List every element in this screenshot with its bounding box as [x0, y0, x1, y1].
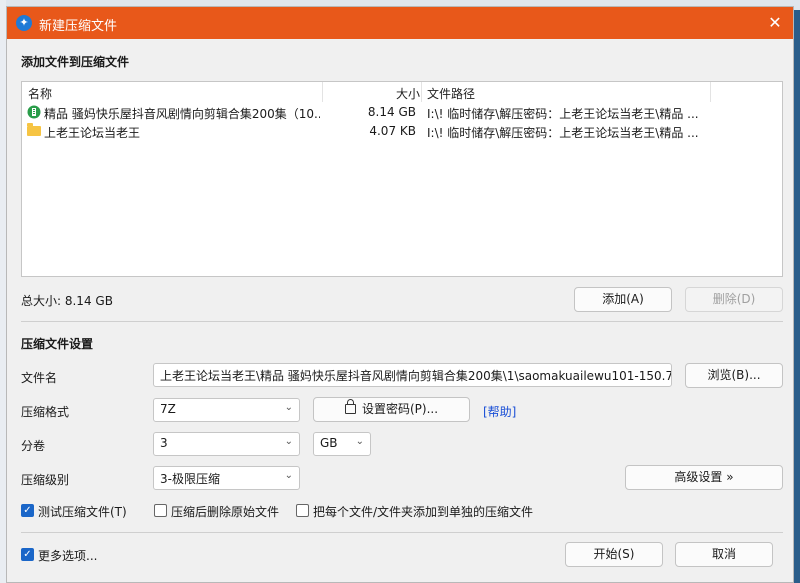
volume-size-select[interactable]: 3 ⌄: [153, 432, 300, 456]
table-row[interactable]: 上老王论坛当老王 4.07 KB I:\! 临时储存\解压密码：上老王论坛当老王…: [22, 122, 782, 141]
start-button[interactable]: 开始(S): [565, 542, 663, 567]
close-button[interactable]: ✕: [763, 11, 787, 35]
level-select[interactable]: 3-极限压缩 ⌄: [153, 466, 300, 490]
folder-icon: [27, 123, 41, 136]
add-button[interactable]: 添加(A): [574, 287, 672, 312]
separate-archives-label[interactable]: 把每个文件/文件夹添加到单独的压缩文件: [313, 503, 533, 520]
file-size: 4.07 KB: [369, 124, 416, 138]
file-name: 精品 骚妈快乐屋抖音风剧情向剪辑合集200集（10...: [44, 107, 320, 121]
chevron-down-icon: ⌄: [284, 402, 293, 413]
level-label: 压缩级别: [21, 473, 70, 487]
advanced-settings-button[interactable]: 高级设置 »: [625, 465, 783, 490]
format-label: 压缩格式: [21, 405, 70, 419]
test-archive-checkbox[interactable]: ✓: [21, 504, 34, 517]
file-path: I:\! 临时储存\解压密码：上老王论坛当老王\精品 ...: [427, 107, 699, 121]
filename-label: 文件名: [21, 371, 58, 385]
volume-label: 分卷: [21, 439, 46, 453]
title-bar[interactable]: ✦ 新建压缩文件 ✕: [7, 7, 793, 39]
chevron-down-icon: ⌄: [355, 436, 364, 447]
delete-button[interactable]: 删除(D): [685, 287, 783, 312]
more-options-label[interactable]: 更多选项...: [38, 547, 97, 564]
column-separator[interactable]: [421, 82, 422, 102]
footer-divider: [21, 532, 783, 533]
new-archive-dialog: ✦ 新建压缩文件 ✕ 添加文件到压缩文件 名称 大小 文件路径 精品 骚妈快乐屋…: [6, 6, 794, 583]
set-password-button[interactable]: 设置密码(P)...: [313, 397, 470, 422]
column-header-size[interactable]: 大小: [396, 85, 420, 102]
file-list[interactable]: 名称 大小 文件路径 精品 骚妈快乐屋抖音风剧情向剪辑合集200集（10... …: [21, 81, 783, 277]
volume-unit-select[interactable]: GB ⌄: [313, 432, 371, 456]
column-separator[interactable]: [322, 82, 323, 102]
format-value: 7Z: [160, 402, 176, 416]
file-path: I:\! 临时储存\解压密码：上老王论坛当老王\精品 ...: [427, 126, 699, 140]
more-options-checkbox[interactable]: ✓: [21, 548, 34, 561]
lock-icon: [344, 399, 356, 414]
column-separator[interactable]: [710, 82, 711, 102]
format-select[interactable]: 7Z ⌄: [153, 398, 300, 422]
separate-archives-checkbox[interactable]: [296, 504, 309, 517]
delete-source-checkbox[interactable]: [154, 504, 167, 517]
test-archive-label[interactable]: 测试压缩文件(T): [38, 503, 127, 520]
section-divider: [21, 321, 783, 322]
delete-source-label[interactable]: 压缩后删除原始文件: [171, 503, 279, 520]
file-name: 上老王论坛当老王: [44, 126, 141, 140]
column-header-name[interactable]: 名称: [28, 85, 52, 102]
total-size: 总大小: 8.14 GB: [21, 294, 113, 308]
volume-unit-value: GB: [320, 436, 338, 450]
archive-icon: [27, 105, 41, 119]
chevron-down-icon: ⌄: [284, 470, 293, 481]
column-header-path[interactable]: 文件路径: [427, 85, 475, 102]
volume-size-value: 3: [160, 436, 168, 450]
files-section-heading: 添加文件到压缩文件: [21, 55, 130, 69]
level-value: 3-极限压缩: [160, 472, 220, 486]
chevron-down-icon: ⌄: [284, 436, 293, 447]
table-row[interactable]: 精品 骚妈快乐屋抖音风剧情向剪辑合集200集（10... 8.14 GB I:\…: [22, 103, 782, 122]
set-password-label: 设置密码(P)...: [361, 402, 439, 416]
file-size: 8.14 GB: [367, 105, 416, 119]
settings-section-heading: 压缩文件设置: [21, 337, 94, 351]
cancel-button[interactable]: 取消: [675, 542, 773, 567]
window-title: 新建压缩文件: [39, 19, 118, 34]
filename-input[interactable]: 上老王论坛当老王\精品 骚妈快乐屋抖音风剧情向剪辑合集200集\1\saomak…: [153, 363, 672, 387]
file-list-header: 名称 大小 文件路径: [22, 82, 782, 102]
app-logo-icon: ✦: [16, 15, 32, 31]
browse-button[interactable]: 浏览(B)...: [685, 363, 783, 388]
help-link[interactable]: [帮助]: [483, 403, 516, 420]
